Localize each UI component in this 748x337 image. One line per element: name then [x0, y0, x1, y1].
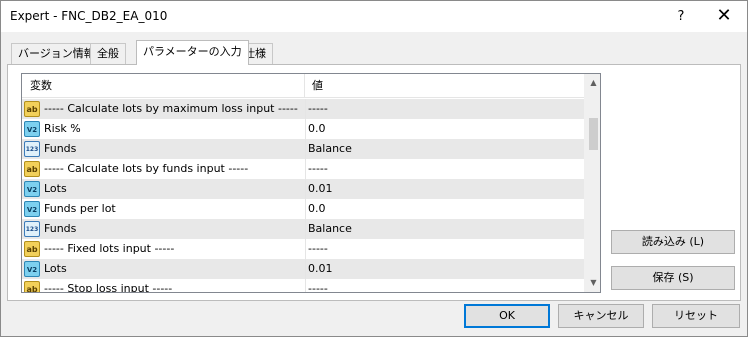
column-header-value[interactable]: 値: [306, 74, 584, 98]
parameter-name: ----- Calculate lots by maximum loss inp…: [44, 102, 298, 115]
vertical-scrollbar[interactable]: ▲ ▼: [584, 74, 600, 292]
parameter-value[interactable]: 0.01: [308, 259, 578, 279]
string-type-icon: ab: [24, 101, 40, 117]
tab-version-info[interactable]: バージョン情報: [11, 43, 102, 64]
reset-button[interactable]: リセット: [652, 304, 740, 328]
double-type-icon: V2: [24, 261, 40, 277]
cancel-button[interactable]: キャンセル: [558, 304, 644, 328]
window-title: Expert - FNC_DB2_EA_010: [10, 9, 168, 23]
parameter-value[interactable]: -----: [308, 159, 578, 179]
scroll-thumb[interactable]: [589, 118, 598, 150]
parameter-value[interactable]: Balance: [308, 139, 578, 159]
parameter-name: Lots: [44, 182, 67, 195]
table-row[interactable]: ab ----- Stop loss input ----- -----: [22, 279, 584, 293]
table-row[interactable]: 123 Funds Balance: [22, 139, 584, 159]
table-row[interactable]: ab ----- Fixed lots input ----- -----: [22, 239, 584, 259]
double-type-icon: V2: [24, 181, 40, 197]
enum-type-icon: 123: [24, 221, 40, 237]
help-icon[interactable]: ?: [664, 1, 698, 32]
string-type-icon: ab: [24, 241, 40, 257]
double-type-icon: V2: [24, 201, 40, 217]
tab-general[interactable]: 全般: [90, 43, 126, 64]
parameter-name: Funds per lot: [44, 202, 116, 215]
enum-type-icon: 123: [24, 141, 40, 157]
parameter-value[interactable]: 0.0: [308, 119, 578, 139]
table-row[interactable]: V2 Lots 0.01: [22, 179, 584, 199]
title-bar: Expert - FNC_DB2_EA_010 ? ✕: [1, 1, 747, 32]
parameter-value[interactable]: 0.01: [308, 179, 578, 199]
parameter-name: ----- Fixed lots input -----: [44, 242, 175, 255]
column-header-variable[interactable]: 変数: [22, 74, 305, 98]
table-row[interactable]: V2 Funds per lot 0.0: [22, 199, 584, 219]
table-row[interactable]: ab ----- Calculate lots by maximum loss …: [22, 99, 584, 119]
load-button[interactable]: 読み込み (L): [611, 230, 735, 254]
string-type-icon: ab: [24, 281, 40, 292]
grid-rows: ab ----- Calculate lots by maximum loss …: [22, 99, 584, 293]
parameters-grid[interactable]: 変数 値 ab ----- Calculate lots by maximum …: [21, 73, 601, 293]
scroll-up-icon[interactable]: ▲: [585, 74, 600, 91]
parameter-name: Funds: [44, 222, 77, 235]
parameter-value[interactable]: 0.0: [308, 199, 578, 219]
close-icon[interactable]: ✕: [702, 1, 746, 32]
save-button[interactable]: 保存 (S): [611, 266, 735, 290]
double-type-icon: V2: [24, 121, 40, 137]
table-row[interactable]: V2 Risk % 0.0: [22, 119, 584, 139]
table-row[interactable]: 123 Funds Balance: [22, 219, 584, 239]
parameter-name: ----- Stop loss input -----: [44, 282, 173, 293]
grid-header: 変数 値: [22, 74, 584, 98]
parameter-value[interactable]: -----: [308, 239, 578, 259]
table-row[interactable]: V2 Lots 0.01: [22, 259, 584, 279]
parameter-name: Funds: [44, 142, 77, 155]
table-row[interactable]: ab ----- Calculate lots by funds input -…: [22, 159, 584, 179]
tab-input-parameters[interactable]: パラメーターの入力: [136, 40, 249, 65]
scroll-down-icon[interactable]: ▼: [585, 274, 600, 291]
ok-button[interactable]: OK: [464, 304, 550, 328]
parameter-name: ----- Calculate lots by funds input ----…: [44, 162, 249, 175]
parameter-name: Lots: [44, 262, 67, 275]
parameter-value[interactable]: Balance: [308, 219, 578, 239]
string-type-icon: ab: [24, 161, 40, 177]
parameter-value[interactable]: -----: [308, 99, 578, 119]
expert-properties-dialog: Expert - FNC_DB2_EA_010 ? ✕ バージョン情報 全般 パ…: [0, 0, 748, 337]
parameter-value[interactable]: -----: [308, 279, 578, 292]
parameter-name: Risk %: [44, 122, 81, 135]
